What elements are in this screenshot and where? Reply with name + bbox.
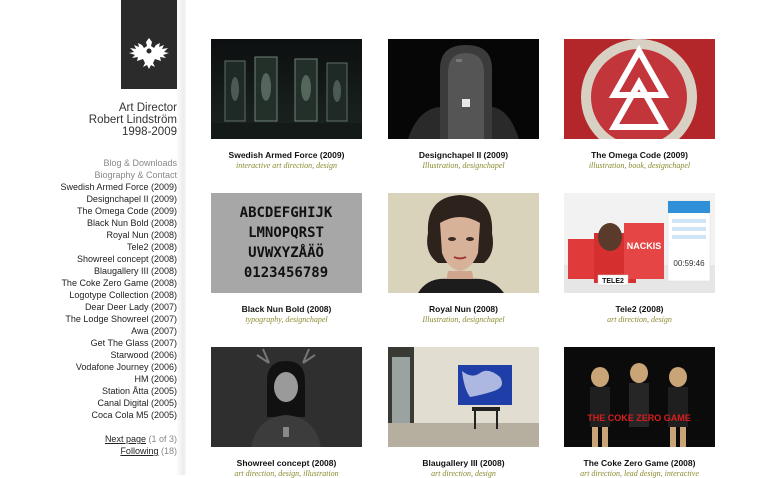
- nav-item-dear-deer-lady[interactable]: Dear Deer Lady (2007): [60, 301, 177, 313]
- card-tags: art direction, design, illustration: [234, 469, 339, 478]
- nav-item-coke-zero-game[interactable]: The Coke Zero Game (2008): [60, 277, 177, 289]
- card-title[interactable]: Showreel concept (2008): [211, 458, 362, 468]
- project-card-royal-nun: Royal Nun (2008) Illustration, designcha…: [388, 193, 539, 324]
- card-title[interactable]: The Omega Code (2009): [564, 150, 715, 160]
- thumb-royal-nun[interactable]: [388, 193, 539, 293]
- thumb-omega-code[interactable]: [564, 39, 715, 139]
- nav-item-hm[interactable]: HM (2006): [60, 373, 177, 385]
- nav-item-blaugallery-iii[interactable]: Blaugallery III (2008): [60, 265, 177, 277]
- card-tags: typography, designchapel: [245, 315, 328, 324]
- nav-item-starwood[interactable]: Starwood (2006): [60, 349, 177, 361]
- nav-item-logotype-collection[interactable]: Logotype Collection (2008): [60, 289, 177, 301]
- tele2-timer-text: 00:59:46: [673, 259, 705, 268]
- nav-item-station-atta[interactable]: Station Åtta (2005): [60, 385, 177, 397]
- card-title[interactable]: Tele2 (2008): [564, 304, 715, 314]
- nav-item-showreel-concept[interactable]: Showreel concept (2008): [60, 253, 177, 265]
- coke-title-text: THE COKE ZERO GAME: [587, 413, 691, 423]
- card-tags: interactive art direction, design: [235, 161, 337, 170]
- nav-item-designchapel-ii[interactable]: Designchapel II (2009): [60, 193, 177, 205]
- eagle-icon: [129, 38, 169, 69]
- thumb-coke-zero-game[interactable]: THE COKE ZERO GAME: [564, 347, 715, 447]
- coke-zero-image: THE COKE ZERO GAME: [564, 347, 715, 447]
- card-tags: art direction, design: [607, 315, 672, 324]
- card-title[interactable]: Swedish Armed Force (2009): [211, 150, 362, 160]
- gallery-image: [388, 347, 539, 447]
- card-tags: Illustration, designchapel: [422, 315, 505, 324]
- card-title[interactable]: Blaugallery III (2008): [388, 458, 539, 468]
- thumb-black-nun-bold[interactable]: ABCDEFGHIJK LMNOPQRST UVWXYZÅÄÖ 01234567…: [211, 193, 362, 293]
- project-card-black-nun-bold: ABCDEFGHIJK LMNOPQRST UVWXYZÅÄÖ 01234567…: [211, 193, 362, 324]
- card-title[interactable]: Black Nun Bold (2008): [211, 304, 362, 314]
- tele2-brand-text: NACKIS: [627, 241, 662, 251]
- project-card-blaugallery-iii: Blaugallery III (2008) art direction, de…: [388, 347, 539, 478]
- following-count: (18): [160, 446, 177, 456]
- nav-item-omega-code[interactable]: The Omega Code (2009): [60, 205, 177, 217]
- pager: Next page (1 of 3) Following (18): [105, 433, 177, 457]
- typeface-image: ABCDEFGHIJK LMNOPQRST UVWXYZÅÄÖ 01234567…: [211, 193, 362, 293]
- project-card-swedish-armed-force: Swedish Armed Force (2009) interactive a…: [211, 39, 362, 170]
- logo[interactable]: [121, 0, 177, 89]
- font-row-4: 0123456789: [244, 265, 328, 281]
- nav-item-tele2[interactable]: Tele2 (2008): [60, 241, 177, 253]
- project-card-tele2: NACKIS TELE2 00:59:46 Tele2 (2008) art d…: [564, 193, 715, 324]
- thumb-swedish-armed-force[interactable]: [211, 39, 362, 139]
- card-tags: art direction, design: [431, 469, 496, 478]
- font-row-1: ABCDEFGHIJK: [240, 205, 333, 221]
- portrait-image: [388, 193, 539, 293]
- font-row-3: UVWXYZÅÄÖ: [248, 243, 324, 261]
- armed-force-image: [211, 39, 362, 139]
- thumb-blaugallery-iii[interactable]: [388, 347, 539, 447]
- nav-item-swedish-armed-force[interactable]: Swedish Armed Force (2009): [60, 181, 177, 193]
- nav-item-get-the-glass[interactable]: Get The Glass (2007): [60, 337, 177, 349]
- following-link[interactable]: Following: [120, 446, 158, 456]
- card-title[interactable]: Designchapel II (2009): [388, 150, 539, 160]
- page-count: (1 of 3): [148, 434, 177, 444]
- owner-name: Robert Lindström: [88, 114, 177, 126]
- thumb-designchapel-ii[interactable]: [388, 39, 539, 139]
- nav-item-awa[interactable]: Awa (2007): [60, 325, 177, 337]
- robot-image: [388, 39, 539, 139]
- nav-item-black-nun-bold[interactable]: Black Nun Bold (2008): [60, 217, 177, 229]
- font-row-2: LMNOPQRST: [248, 225, 324, 241]
- nav-item-royal-nun[interactable]: Royal Nun (2008): [60, 229, 177, 241]
- project-nav: Blog & Downloads Biography & Contact Swe…: [60, 157, 177, 421]
- tele2-image: NACKIS TELE2 00:59:46: [564, 193, 715, 293]
- card-tags: Illustration, designchapel: [422, 161, 505, 170]
- card-tags: illustration, book, designchapel: [588, 161, 691, 170]
- card-title[interactable]: The Coke Zero Game (2008): [564, 458, 715, 468]
- years-text: 1998-2009: [122, 126, 177, 138]
- nav-item-lodge-showreel[interactable]: The Lodge Showreel (2007): [60, 313, 177, 325]
- tele2-logo-text: TELE2: [602, 278, 624, 285]
- project-card-designchapel-ii: Designchapel II (2009) Illustration, des…: [388, 39, 539, 170]
- nav-item-canal-digital[interactable]: Canal Digital (2005): [60, 397, 177, 409]
- thumb-tele2[interactable]: NACKIS TELE2 00:59:46: [564, 193, 715, 293]
- deer-lady-image: [211, 347, 362, 447]
- nav-item-vodafone-journey[interactable]: Vodafone Journey (2006): [60, 361, 177, 373]
- thumb-showreel-concept[interactable]: [211, 347, 362, 447]
- project-card-showreel-concept: Showreel concept (2008) art direction, d…: [211, 347, 362, 478]
- project-card-coke-zero-game: THE COKE ZERO GAME The Coke Zero Game (2…: [564, 347, 715, 478]
- omega-image: [564, 39, 715, 139]
- nav-biography-contact[interactable]: Biography & Contact: [60, 169, 177, 181]
- role-text: Art Director: [118, 102, 177, 114]
- identity-block: Art Director Robert Lindström 1998-2009: [89, 102, 177, 138]
- card-title[interactable]: Royal Nun (2008): [388, 304, 539, 314]
- next-page-link[interactable]: Next page: [105, 434, 146, 444]
- project-card-omega-code: The Omega Code (2009) illustration, book…: [564, 39, 715, 170]
- nav-blog-downloads[interactable]: Blog & Downloads: [60, 157, 177, 169]
- nav-item-coca-cola-m5[interactable]: Coca Cola M5 (2005): [60, 409, 177, 421]
- card-tags: art direction, lead design, interactive: [580, 469, 699, 478]
